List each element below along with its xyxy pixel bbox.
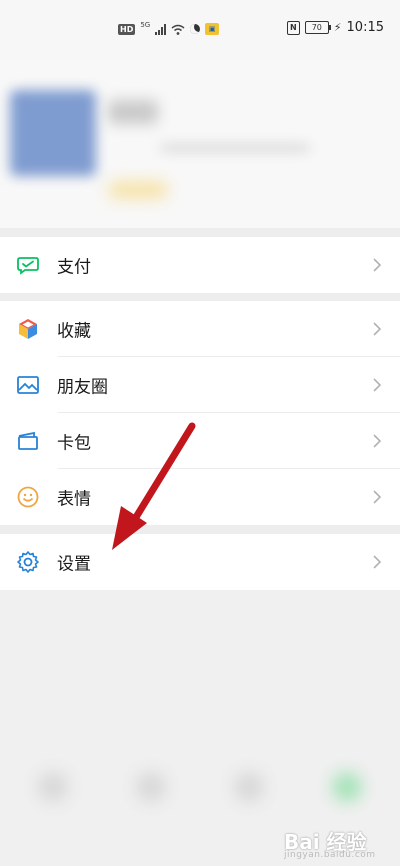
status-bar: HD 5G ▣ N 70 ⚡ 10:15: [0, 0, 400, 60]
chevron-right-icon: [373, 434, 382, 448]
menu-item-label: 收藏: [57, 321, 91, 342]
status-left-icons: HD 5G ▣: [118, 21, 220, 37]
favorites-icon: [19, 319, 37, 339]
signal-icon: [155, 23, 167, 35]
menu-item-card-wallet[interactable]: 卡包: [0, 413, 400, 469]
avatar[interactable]: [10, 90, 96, 176]
clock: 10:15: [346, 20, 384, 35]
tab-chats-icon[interactable]: [38, 772, 68, 802]
moments-icon: [17, 376, 39, 394]
menu-item-label: 朋友圈: [57, 377, 108, 398]
charging-icon: ⚡: [333, 21, 342, 34]
menu-item-settings[interactable]: 设置: [0, 534, 400, 590]
menu-item-moments[interactable]: 朋友圈: [0, 357, 400, 413]
battery-icon: 70: [304, 21, 331, 34]
app-notification-icon: ▣: [205, 23, 220, 35]
status-right-icons: N 70 ⚡ 10:15: [286, 20, 384, 35]
section-settings: 设置: [0, 534, 400, 590]
chevron-right-icon: [373, 258, 382, 272]
section-main: 收藏 朋友圈 卡包 表情: [0, 301, 400, 525]
menu-item-label: 表情: [57, 489, 91, 510]
menu-item-pay[interactable]: 支付: [0, 237, 400, 293]
hd-badge: HD: [118, 23, 136, 35]
tab-discover-icon[interactable]: [234, 772, 264, 802]
chevron-right-icon: [373, 322, 382, 336]
sticker-icon: [17, 486, 39, 508]
tab-me-icon[interactable]: [332, 772, 362, 802]
profile-name-blurred: [108, 100, 158, 124]
profile-header[interactable]: [0, 60, 400, 228]
chevron-right-icon: [373, 378, 382, 392]
tab-contacts-icon[interactable]: [136, 772, 166, 802]
wifi-icon: [171, 24, 185, 35]
pay-icon: [17, 257, 39, 275]
blurred-bottom-area: [0, 590, 400, 866]
watermark-subtext: jingyan.baidu.com: [284, 850, 376, 860]
menu-item-label: 支付: [57, 257, 91, 278]
section-pay: 支付: [0, 237, 400, 293]
menu-item-favorites[interactable]: 收藏: [0, 301, 400, 357]
profile-id-blurred: [160, 144, 310, 152]
profile-status-blurred[interactable]: [108, 182, 168, 198]
menu-item-label: 卡包: [57, 433, 91, 454]
chevron-right-icon: [373, 555, 382, 569]
moon-icon: [190, 24, 201, 34]
nfc-icon: N: [286, 20, 300, 35]
baidu-watermark: Bai 经验 jingyan.baidu.com: [284, 826, 394, 862]
menu-item-stickers[interactable]: 表情: [0, 469, 400, 525]
card-wallet-icon: [18, 431, 38, 450]
chevron-right-icon: [373, 490, 382, 504]
network-label: 5G: [140, 21, 151, 29]
menu-item-label: 设置: [57, 554, 91, 575]
settings-icon: [17, 551, 39, 573]
